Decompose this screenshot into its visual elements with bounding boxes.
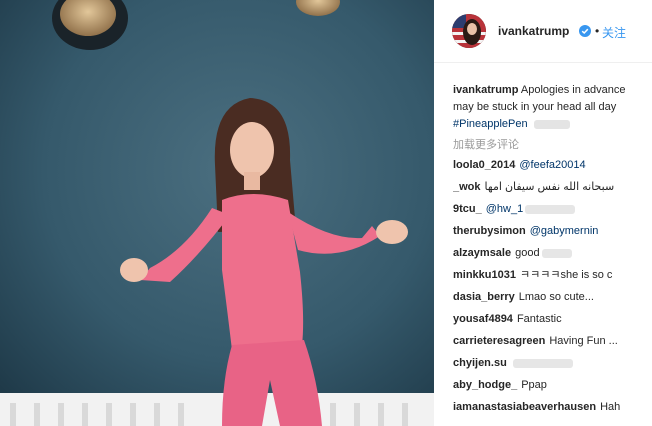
- verified-badge-icon: [579, 25, 591, 37]
- post-side-panel: ivankatrump • 关注 ivankatrump Apologies i…: [434, 0, 652, 426]
- comment-text[interactable]: @feefa20014: [519, 159, 585, 171]
- comment-row: yousaf4894 Fantastic: [453, 308, 652, 330]
- comment-row: carrieteresagreen Having Fun ...: [453, 330, 652, 352]
- comment-username[interactable]: carrieteresagreen: [453, 335, 545, 347]
- comment-row: aby_hodge_ Ppap: [453, 374, 652, 396]
- comment-text: Ppap: [521, 379, 547, 391]
- comment-text: Having Fun ...: [549, 335, 618, 347]
- caption-line-3: #PineapplePen: [453, 116, 652, 133]
- caption-username[interactable]: ivankatrump: [453, 84, 518, 96]
- comment-text: Lmao so cute...: [518, 291, 594, 303]
- comment-row: loola0_2014 @feefa20014: [453, 154, 652, 176]
- comment-row: alzaymsale good: [453, 242, 652, 264]
- comment-text: good: [515, 247, 540, 259]
- comment-username[interactable]: minkku1031: [453, 269, 516, 281]
- comment-username[interactable]: loola0_2014: [453, 159, 515, 171]
- comment-text: Fantastic: [516, 313, 562, 325]
- blurred-text: [541, 248, 572, 258]
- post-header: ivankatrump • 关注: [434, 0, 652, 63]
- blurred-timestamp: [533, 119, 570, 129]
- comment-username[interactable]: 9tcu_: [453, 203, 482, 215]
- comments-list: loola0_2014 @feefa20014 _wok سبحانه الله نف…: [453, 154, 652, 418]
- comment-username[interactable]: therubysimon: [453, 225, 526, 237]
- comment-username[interactable]: chyijen.su: [453, 357, 507, 369]
- post-video[interactable]: [0, 0, 434, 426]
- comment-row: _wok سبحانه الله نفس سيفان امها: [453, 176, 652, 198]
- comment-row: therubysimon @gabymernin: [453, 220, 652, 242]
- comment-row: iamanastasiabeaverhausen Hah: [453, 396, 652, 418]
- comment-text[interactable]: @gabymernin: [530, 225, 599, 237]
- comment-row: 9tcu_ @hw_1: [453, 198, 652, 220]
- comment-username[interactable]: _wok: [453, 181, 481, 193]
- comment-username[interactable]: iamanastasiabeaverhausen: [453, 401, 596, 413]
- user-avatar[interactable]: [452, 14, 486, 48]
- comment-text: Hah: [600, 401, 621, 413]
- caption-line-1: ivankatrump Apologies in advance: [453, 82, 652, 99]
- instagram-post-view: ivankatrump • 关注 ivankatrump Apologies i…: [0, 0, 652, 426]
- comment-row: minkku1031 ㅋㅋㅋㅋshe is so c: [453, 264, 652, 286]
- comment-row: dasia_berry Lmao so cute...: [453, 286, 652, 308]
- caption-text-1: Apologies in advance: [520, 84, 626, 96]
- post-author-username[interactable]: ivankatrump: [498, 24, 569, 38]
- avatar-image: [452, 14, 486, 48]
- comment-row: chyijen.su: [453, 352, 652, 374]
- comment-text[interactable]: @hw_1: [486, 203, 523, 215]
- blurred-text: [512, 358, 573, 368]
- post-caption: ivankatrump Apologies in advance may be …: [453, 82, 652, 133]
- video-frame-image: [0, 0, 434, 426]
- comment-username[interactable]: alzaymsale: [453, 247, 511, 259]
- comment-username[interactable]: aby_hodge_: [453, 379, 517, 391]
- comment-username[interactable]: dasia_berry: [453, 291, 515, 303]
- load-more-comments-link[interactable]: 加载更多评论: [453, 136, 519, 152]
- follow-button[interactable]: 关注: [602, 24, 626, 41]
- blurred-text: [525, 204, 576, 214]
- comment-username[interactable]: yousaf4894: [453, 313, 513, 325]
- comment-text: سبحانه الله نفس سيفان امها: [484, 181, 615, 193]
- caption-hashtag[interactable]: #PineapplePen: [453, 118, 528, 130]
- separator-dot: •: [595, 24, 600, 38]
- caption-line-2: may be stuck in your head all day: [453, 101, 617, 113]
- comment-text: ㅋㅋㅋㅋshe is so c: [519, 269, 613, 281]
